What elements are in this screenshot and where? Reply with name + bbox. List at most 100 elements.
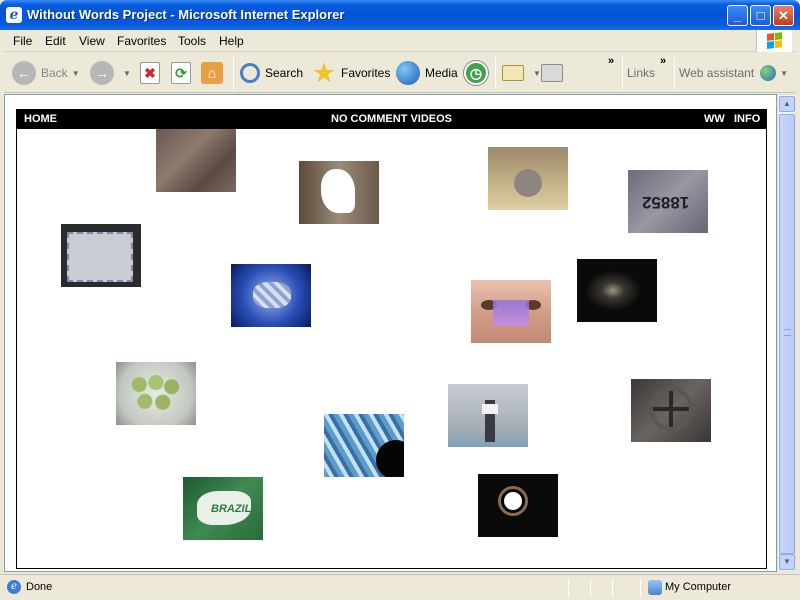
search-button[interactable]: Search [240, 59, 303, 87]
toolbar-overflow-icon[interactable]: » [608, 55, 614, 67]
minimize-icon: _ [733, 8, 742, 23]
video-thumbnail-green-candies[interactable] [116, 362, 196, 425]
scroll-down-icon[interactable]: ▼ [779, 554, 795, 570]
favorites-star-icon: ★ [313, 59, 335, 87]
pills-shape [253, 282, 291, 308]
printer-icon [541, 64, 563, 82]
favorites-label: Favorites [341, 66, 391, 80]
browser-viewport: HOME NO COMMENT VIDEOS WW INFO 18852 BRA… [4, 94, 777, 572]
web-assistant-button[interactable]: Web assistant ▼ [679, 59, 788, 87]
print-button[interactable] [541, 59, 568, 87]
number-text: 18852 [642, 193, 690, 212]
boot-icon [514, 169, 542, 197]
forward-arrow-icon: → [90, 61, 114, 85]
video-thumbnail-blue-pills[interactable] [231, 264, 311, 327]
close-button[interactable]: ✕ [773, 5, 794, 26]
video-thumbnail-brazil[interactable]: BRAZIL [183, 477, 263, 540]
toolbar-separator [495, 57, 496, 89]
history-button[interactable]: ◷ [464, 59, 493, 87]
video-thumbnail-blue-water[interactable] [324, 414, 404, 477]
video-thumbnail-dark-circle[interactable] [478, 474, 558, 537]
maximize-icon: □ [756, 8, 765, 23]
toolbar-separator [622, 57, 623, 89]
video-thumbnail-boot-stone[interactable] [488, 147, 568, 210]
maximize-button[interactable]: □ [750, 5, 771, 26]
nav-ww-link[interactable]: WW [704, 113, 725, 125]
menu-edit[interactable]: Edit [45, 34, 66, 48]
envelope-icon [67, 232, 133, 282]
minimize-button[interactable]: _ [727, 5, 748, 26]
stop-icon: ✖ [140, 62, 160, 84]
ie-logo-icon: e [6, 7, 22, 23]
video-thumbnail-eyes[interactable] [471, 280, 551, 343]
scroll-thumb[interactable] [779, 114, 795, 554]
site-nav-bar: HOME NO COMMENT VIDEOS WW INFO [17, 110, 766, 129]
media-button[interactable]: Media [396, 59, 458, 87]
scroll-grip-icon [784, 329, 791, 336]
chevron-down-icon[interactable]: ▼ [123, 69, 131, 78]
links-button[interactable]: Links [627, 59, 655, 87]
forward-button[interactable]: → ▼ [90, 59, 131, 87]
web-assistant-globe-icon [760, 65, 777, 81]
menu-help[interactable]: Help [219, 34, 244, 48]
toolbar-separator [674, 57, 675, 89]
close-icon: ✕ [778, 8, 789, 23]
stop-button[interactable]: ✖ [140, 59, 165, 87]
nav-info-link[interactable]: INFO [734, 113, 760, 125]
search-label: Search [265, 66, 304, 80]
home-icon: ⌂ [201, 62, 223, 84]
chevron-down-icon[interactable]: ▼ [533, 69, 541, 78]
vertical-scrollbar[interactable]: ▲ ▼ [777, 94, 796, 572]
light-circle [504, 492, 522, 510]
video-thumbnail-bird-cutout[interactable] [299, 161, 379, 224]
links-overflow-icon[interactable]: » [660, 55, 666, 67]
windows-flag-icon [767, 32, 783, 50]
video-thumbnail-stone-cross[interactable] [631, 379, 711, 442]
mail-envelope-icon [502, 65, 524, 81]
home-button[interactable]: ⌂ [201, 59, 228, 87]
status-text: Done [26, 581, 53, 593]
page-done-icon: e [7, 580, 21, 594]
favorites-button[interactable]: ★ Favorites [312, 59, 390, 87]
status-separator [640, 579, 641, 597]
mail-button[interactable]: ▼ [502, 59, 541, 87]
window-title: Without Words Project - Microsoft Intern… [27, 7, 345, 22]
links-label: Links [627, 66, 656, 80]
status-separator [590, 579, 591, 597]
chevron-down-icon[interactable]: ▼ [780, 69, 788, 78]
video-thumbnail-roots[interactable] [156, 129, 236, 192]
menu-tools[interactable]: Tools [178, 34, 206, 48]
title-bar: e Without Words Project - Microsoft Inte… [0, 0, 800, 30]
status-bar: e Done My Computer [0, 574, 800, 600]
security-zone-text: My Computer [665, 581, 732, 593]
media-globe-icon [396, 61, 420, 85]
web-assistant-label: Web assistant [679, 66, 755, 80]
cross-horizontal [653, 407, 689, 411]
back-arrow-icon: ← [12, 61, 36, 85]
video-thumbnail-number[interactable]: 18852 [628, 170, 708, 233]
my-computer-icon [648, 580, 662, 595]
page-frame: HOME NO COMMENT VIDEOS WW INFO 18852 BRA… [16, 109, 767, 569]
menu-view[interactable]: View [79, 34, 105, 48]
chevron-down-icon[interactable]: ▼ [72, 69, 80, 78]
history-clock-icon: ◷ [464, 61, 488, 85]
menu-favorites[interactable]: Favorites [117, 34, 166, 48]
brazil-text: BRAZIL [211, 503, 252, 515]
toolbar-separator [233, 57, 234, 89]
nav-no-comment-videos-link[interactable]: NO COMMENT VIDEOS [331, 113, 452, 125]
scroll-up-icon[interactable]: ▲ [779, 96, 795, 112]
back-button[interactable]: ← Back ▼ [12, 59, 80, 87]
windows-logo [756, 30, 792, 52]
video-thumbnail-dark-light[interactable] [577, 259, 657, 322]
paper-sheet [482, 404, 498, 414]
purple-bar [493, 300, 529, 326]
video-thumbnail-person-room[interactable] [448, 384, 528, 447]
toolbar: ← Back ▼ → ▼ ✖ ⟳ ⌂ Search ★ Favorites Me… [4, 53, 796, 93]
back-label: Back [41, 66, 68, 80]
refresh-button[interactable]: ⟳ [171, 59, 196, 87]
video-thumbnail-envelope[interactable] [61, 224, 141, 287]
menu-bar: File Edit View Favorites Tools Help [4, 30, 796, 52]
search-icon [240, 63, 260, 83]
nav-home-link[interactable]: HOME [24, 113, 57, 125]
menu-file[interactable]: File [13, 34, 32, 48]
